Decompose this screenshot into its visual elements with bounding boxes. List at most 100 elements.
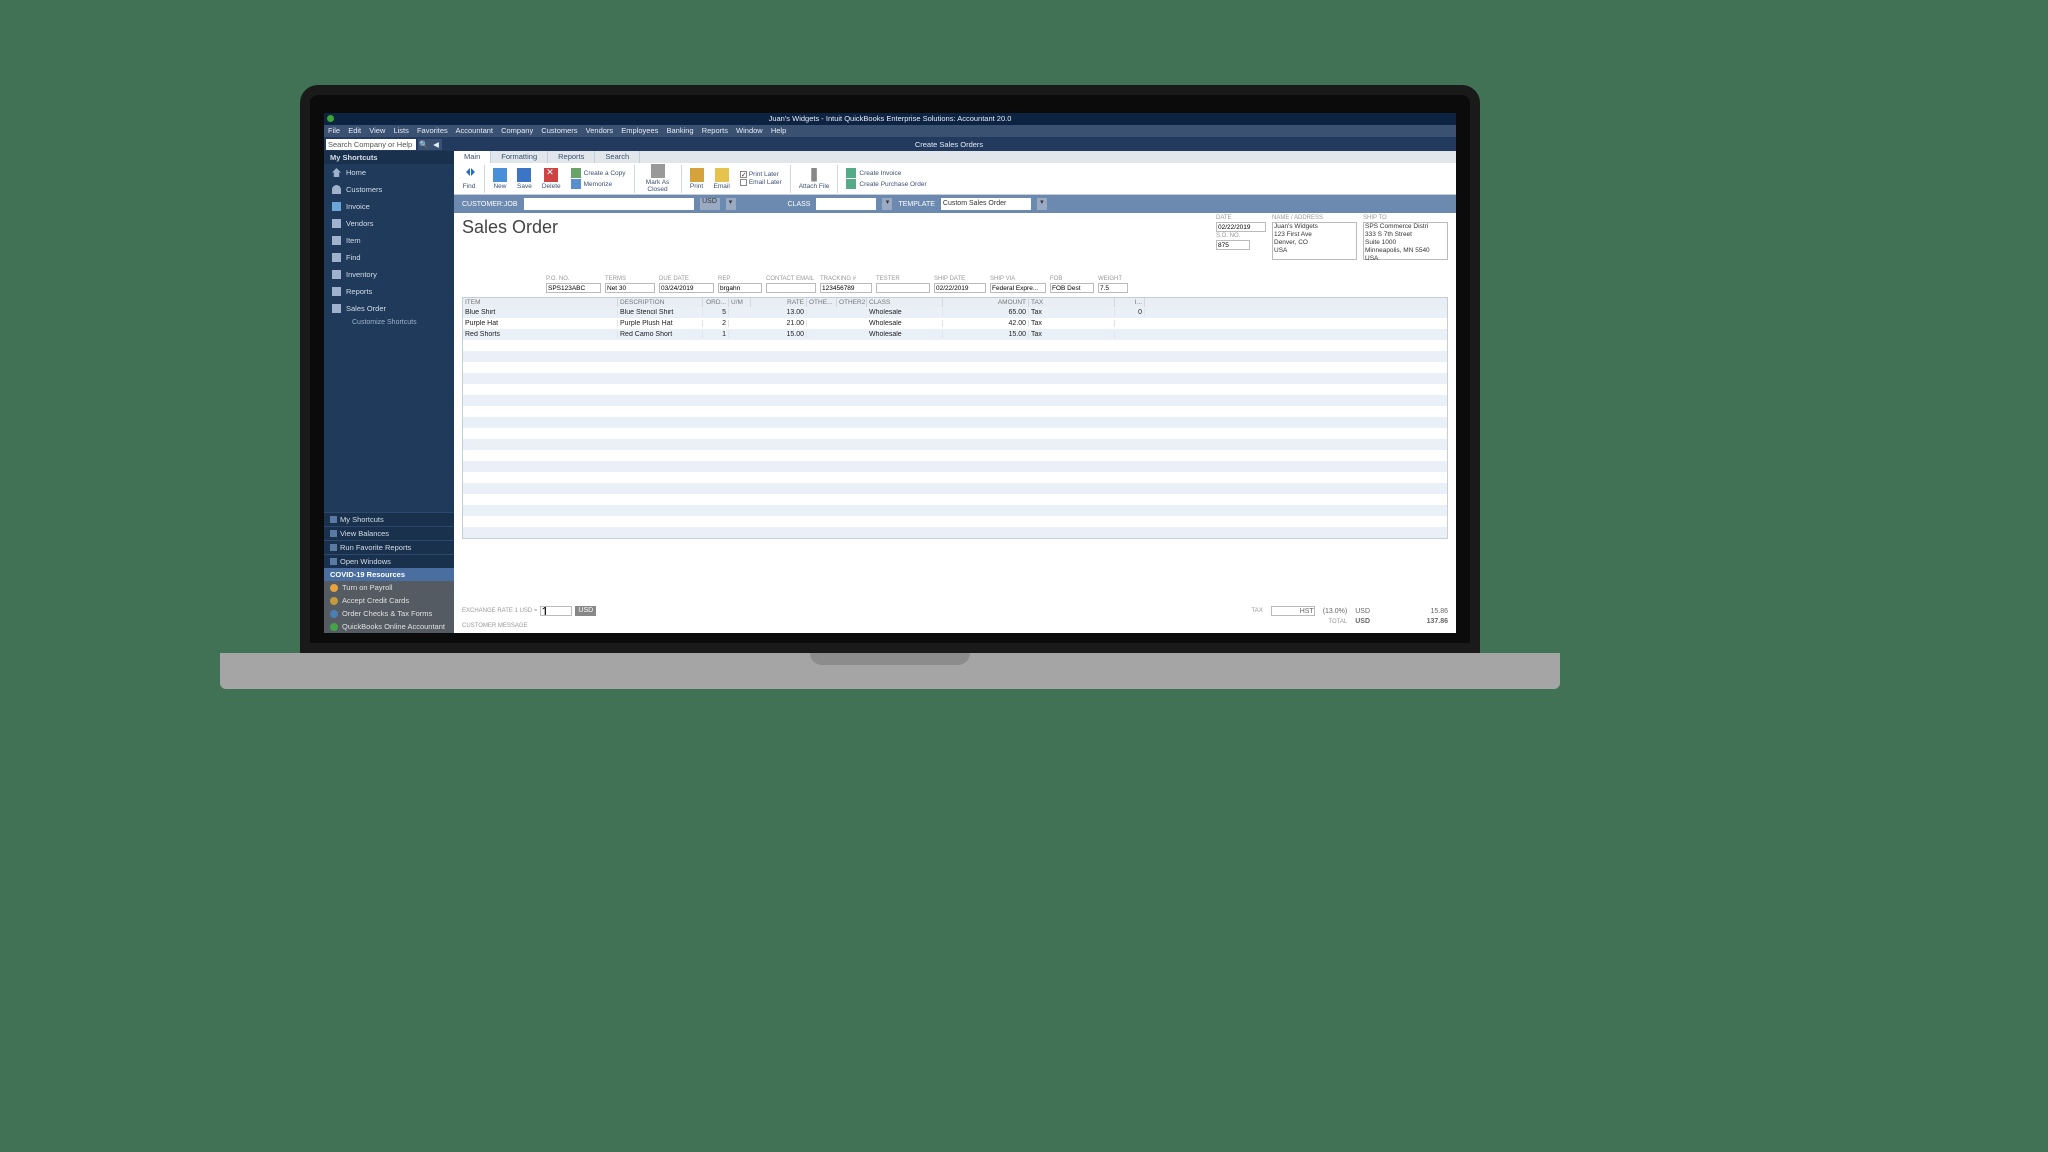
sidebar-item-find[interactable]: Find [324,249,454,266]
find-button[interactable]: Find [458,168,480,190]
tester-input[interactable] [876,283,930,293]
terms-input[interactable] [605,283,655,293]
line-items-grid[interactable]: ITEM DESCRIPTION ORD... U/M RATE OTHE...… [462,297,1448,539]
table-row[interactable] [463,362,1447,373]
class-dropdown[interactable]: ▾ [882,198,892,210]
table-row[interactable] [463,439,1447,450]
create-invoice-button[interactable]: Create Invoice [842,168,930,178]
sidebar-item-sales-order[interactable]: Sales Order [324,300,454,317]
table-row[interactable] [463,450,1447,461]
exchange-rate-input[interactable] [540,606,572,616]
save-button[interactable]: Save [513,168,536,190]
menu-lists[interactable]: Lists [393,126,408,135]
menu-company[interactable]: Company [501,126,533,135]
contact-email-input[interactable] [766,283,816,293]
table-row[interactable] [463,461,1447,472]
table-row[interactable] [463,351,1447,362]
menu-reports[interactable]: Reports [702,126,728,135]
template-dropdown[interactable]: ▾ [1037,198,1047,210]
so-no-input[interactable] [1216,240,1250,250]
table-row[interactable]: Purple HatPurple Plush Hat221.00Wholesal… [463,318,1447,329]
delete-button[interactable]: Delete [538,168,565,190]
sidebar-item-vendors[interactable]: Vendors [324,215,454,232]
table-row[interactable] [463,373,1447,384]
ship-to-box[interactable]: SPS Commerce Distri 333 S 7th Street Sui… [1363,222,1448,260]
menu-edit[interactable]: Edit [348,126,361,135]
collapse-sidebar-button[interactable]: ◀ [430,139,442,150]
print-later-checkbox[interactable]: Print Later [736,171,786,178]
po-input[interactable] [546,283,601,293]
table-row[interactable] [463,527,1447,538]
sidebar-item-reports[interactable]: Reports [324,283,454,300]
table-row[interactable] [463,406,1447,417]
sidebar-tab-windows[interactable]: Open Windows [324,554,454,568]
covid-item-qbo[interactable]: QuickBooks Online Accountant [324,620,454,633]
menu-accountant[interactable]: Accountant [455,126,493,135]
tax-code-select[interactable]: HST [1271,606,1315,616]
menu-vendors[interactable]: Vendors [586,126,614,135]
covid-item-checks[interactable]: Order Checks & Tax Forms [324,607,454,620]
attach-file-button[interactable]: Attach File [795,168,834,190]
sidebar-tab-shortcuts[interactable]: My Shortcuts [324,512,454,526]
tab-reports[interactable]: Reports [548,151,595,163]
table-row[interactable] [463,494,1447,505]
weight-input[interactable] [1098,283,1128,293]
covid-item-payroll[interactable]: Turn on Payroll [324,581,454,594]
sidebar-item-item[interactable]: Item [324,232,454,249]
mark-closed-button[interactable]: Mark As Closed [639,164,677,193]
menu-employees[interactable]: Employees [621,126,658,135]
fob-input[interactable] [1050,283,1094,293]
print-button[interactable]: Print [686,168,708,190]
ship-via-input[interactable] [990,283,1046,293]
tracking-input[interactable] [820,283,872,293]
sidebar-item-invoice[interactable]: Invoice [324,198,454,215]
tab-main[interactable]: Main [454,151,491,163]
sidebar-tab-reports[interactable]: Run Favorite Reports [324,540,454,554]
table-row[interactable] [463,428,1447,439]
new-button[interactable]: New [489,168,511,190]
covid-item-credit-cards[interactable]: Accept Credit Cards [324,594,454,607]
menu-favorites[interactable]: Favorites [417,126,448,135]
create-copy-button[interactable]: Create a Copy [567,168,630,178]
currency-dropdown[interactable]: ▾ [726,198,736,210]
table-row[interactable] [463,516,1447,527]
email-later-checkbox[interactable]: Email Later [736,179,786,186]
customize-shortcuts-link[interactable]: Customize Shortcuts [324,317,454,328]
template-select[interactable]: Custom Sales Order [941,198,1031,210]
sidebar-tab-balances[interactable]: View Balances [324,526,454,540]
table-row[interactable] [463,340,1447,351]
table-row[interactable] [463,417,1447,428]
tax-percent: (13.0%) [1323,608,1348,615]
tab-formatting[interactable]: Formatting [491,151,548,163]
menu-window[interactable]: Window [736,126,763,135]
class-input[interactable] [816,198,876,210]
table-row[interactable]: Blue ShirtBlue Stencil Shirt513.00Wholes… [463,307,1447,318]
date-input[interactable] [1216,222,1266,232]
rep-input[interactable] [718,283,762,293]
table-row[interactable] [463,472,1447,483]
menu-help[interactable]: Help [771,126,786,135]
sidebar-item-customers[interactable]: Customers [324,181,454,198]
email-button[interactable]: Email [710,168,734,190]
search-button[interactable]: 🔍 [418,139,430,150]
memorize-button[interactable]: Memorize [567,179,630,189]
table-row[interactable]: Red ShortsRed Camo Short115.00Wholesale1… [463,329,1447,340]
menu-view[interactable]: View [369,126,385,135]
sidebar-item-inventory[interactable]: Inventory [324,266,454,283]
table-row[interactable] [463,384,1447,395]
sidebar-item-home[interactable]: Home [324,164,454,181]
name-address-box[interactable]: Juan's Widgets 123 First Ave Denver, CO … [1272,222,1357,260]
covid-resources-heading[interactable]: COVID-19 Resources [324,568,454,581]
menu-file[interactable]: File [328,126,340,135]
ship-date-input[interactable] [934,283,986,293]
search-input[interactable]: Search Company or Help [326,139,416,150]
table-row[interactable] [463,395,1447,406]
tab-search[interactable]: Search [595,151,640,163]
table-row[interactable] [463,505,1447,516]
customer-job-input[interactable] [524,198,694,210]
menu-banking[interactable]: Banking [666,126,693,135]
create-po-button[interactable]: Create Purchase Order [842,179,930,189]
table-row[interactable] [463,483,1447,494]
menu-customers[interactable]: Customers [541,126,577,135]
due-date-input[interactable] [659,283,714,293]
